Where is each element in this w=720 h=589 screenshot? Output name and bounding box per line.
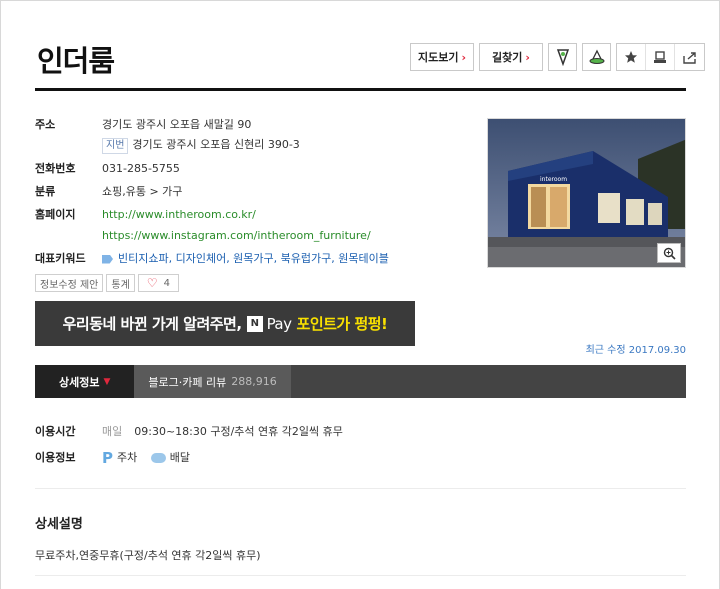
share-button[interactable]	[675, 44, 704, 70]
hours-value: 매일 09:30~18:30 구정/추석 연휴 각2일씩 휴무	[102, 424, 686, 440]
directions-button[interactable]: 길찾기 ›	[479, 43, 543, 71]
description-text: 무료주차,연중무휴(구정/추석 연휴 각2일씩 휴무)	[35, 549, 261, 562]
tag-icon	[102, 254, 113, 264]
address-value: 경기도 광주시 오포읍 새말길 90 지번 경기도 광주시 오포읍 신현리 390…	[102, 117, 475, 154]
tab-details[interactable]: 상세정보 ▼	[35, 365, 135, 398]
parking-label: 주차	[117, 451, 138, 464]
satellite-icon	[589, 49, 604, 64]
address-row: 주소 경기도 광주시 오포읍 새말길 90 지번 경기도 광주시 오포읍 신현리 …	[35, 117, 475, 154]
tab-reviews-label: 블로그·카페 리뷰	[148, 375, 227, 389]
address-label: 주소	[35, 118, 56, 131]
npay-logo: N Pay	[246, 314, 292, 333]
last-updated: 최근 수정 2017.09.30	[585, 345, 686, 356]
road-address[interactable]: 경기도 광주시 오포읍 새말길 90	[102, 118, 251, 131]
print-icon	[654, 50, 666, 63]
usage-section: 이용시간 매일 09:30~18:30 구정/추석 연휴 각2일씩 휴무 이용정보…	[35, 424, 686, 478]
svg-text:interoom: interoom	[540, 176, 567, 183]
section-divider	[35, 575, 686, 576]
keywords-value: 빈티지쇼파, 디자인체어, 원목가구, 북유럽가구, 원목테이블	[102, 251, 475, 267]
magnifier-icon	[663, 247, 676, 260]
tab-details-label: 상세정보	[59, 375, 100, 389]
like-button[interactable]: ♡ 4	[137, 274, 179, 292]
homepage-row: 홈페이지 http://www.intheroom.co.kr/ https:/…	[35, 207, 475, 244]
npay-text: Pay	[266, 314, 292, 333]
share-icon	[682, 51, 696, 64]
map-view-button[interactable]: 지도보기 ›	[410, 43, 474, 71]
amenities-value: P 주차 배달	[102, 450, 686, 468]
map-view-label: 지도보기	[417, 51, 459, 64]
share-actions	[616, 43, 705, 71]
jibun-badge: 지번	[102, 138, 129, 154]
print-button[interactable]	[646, 44, 675, 70]
hours-day: 매일	[102, 425, 123, 438]
chevron-right-icon: ›	[461, 50, 467, 64]
section-divider	[35, 488, 686, 489]
category-value: 쇼핑,유통 > 가구	[102, 185, 183, 198]
amenities-label: 이용정보	[35, 451, 76, 464]
street-view-button[interactable]	[548, 43, 577, 71]
phone-row: 전화번호 031-285-5755	[35, 161, 475, 177]
delivery-feature: 배달	[150, 450, 190, 466]
amenities-row: 이용정보 P 주차 배달	[35, 450, 686, 468]
homepage-label: 홈페이지	[35, 208, 76, 221]
aerial-view-button[interactable]	[582, 43, 611, 71]
favorite-button[interactable]	[617, 44, 646, 70]
toolbar: 지도보기 › 길찾기 ›	[410, 43, 705, 71]
review-count: 288,916	[231, 375, 277, 388]
star-icon	[625, 51, 637, 63]
place-photo[interactable]: interoom	[487, 118, 686, 268]
homepage-links: http://www.intheroom.co.kr/ https://www.…	[102, 207, 475, 244]
category-row: 분류 쇼핑,유통 > 가구	[35, 184, 475, 200]
homepage-link[interactable]: http://www.intheroom.co.kr/	[102, 207, 475, 223]
heart-icon: ♡	[146, 276, 158, 290]
title-divider	[35, 88, 686, 91]
keyword-list[interactable]: 빈티지쇼파, 디자인체어, 원목가구, 북유럽가구, 원목테이블	[118, 252, 389, 265]
keywords-label: 대표키워드	[35, 252, 86, 265]
directions-label: 길찾기	[492, 51, 523, 64]
tab-reviews[interactable]: 블로그·카페 리뷰 288,916	[134, 365, 291, 398]
caret-down-icon: ▼	[103, 376, 111, 387]
info-section: 주소 경기도 광주시 오포읍 새말길 90 지번 경기도 광주시 오포읍 신현리 …	[35, 117, 475, 274]
pin-cone-icon	[556, 49, 569, 66]
chevron-right-icon: ›	[525, 50, 530, 64]
phone-value[interactable]: 031-285-5755	[102, 161, 475, 177]
banner-highlight: 포인트가 펑펑!	[296, 315, 388, 333]
promo-banner[interactable]: 우리동네 바뀐 가게 알려주면, N Pay 포인트가 펑펑!	[35, 301, 415, 346]
banner-text: 우리동네 바뀐 가게 알려주면,	[62, 315, 242, 333]
description-title: 상세설명	[35, 517, 83, 532]
stats-button[interactable]: 통계	[106, 274, 135, 292]
info-actions: 정보수정 제안 통계 ♡ 4	[35, 274, 179, 292]
jibun-address-line: 지번 경기도 광주시 오포읍 신현리 390-3	[102, 137, 475, 154]
page-title: 인더룸	[37, 44, 115, 78]
hours-text: 09:30~18:30 구정/추석 연휴 각2일씩 휴무	[134, 425, 343, 438]
delivery-label: 배달	[169, 451, 190, 464]
detail-tabs: 상세정보 ▼ 블로그·카페 리뷰 288,916	[35, 365, 686, 398]
hours-label: 이용시간	[35, 425, 76, 438]
parking-icon: P	[102, 449, 113, 467]
suggest-edit-button[interactable]: 정보수정 제안	[35, 274, 104, 292]
instagram-link[interactable]: https://www.instagram.com/intheroom_furn…	[102, 228, 475, 244]
parking-feature: P 주차	[102, 450, 137, 466]
category-label: 분류	[35, 185, 56, 198]
hours-row: 이용시간 매일 09:30~18:30 구정/추석 연휴 각2일씩 휴무	[35, 424, 686, 440]
zoom-button[interactable]	[657, 243, 681, 263]
delivery-icon	[150, 453, 166, 463]
phone-label: 전화번호	[35, 162, 76, 175]
naver-n-icon: N	[246, 315, 263, 332]
jibun-address[interactable]: 경기도 광주시 오포읍 신현리 390-3	[132, 138, 299, 151]
keywords-row: 대표키워드 빈티지쇼파, 디자인체어, 원목가구, 북유럽가구, 원목테이블	[35, 251, 475, 267]
like-count: 4	[163, 277, 170, 289]
